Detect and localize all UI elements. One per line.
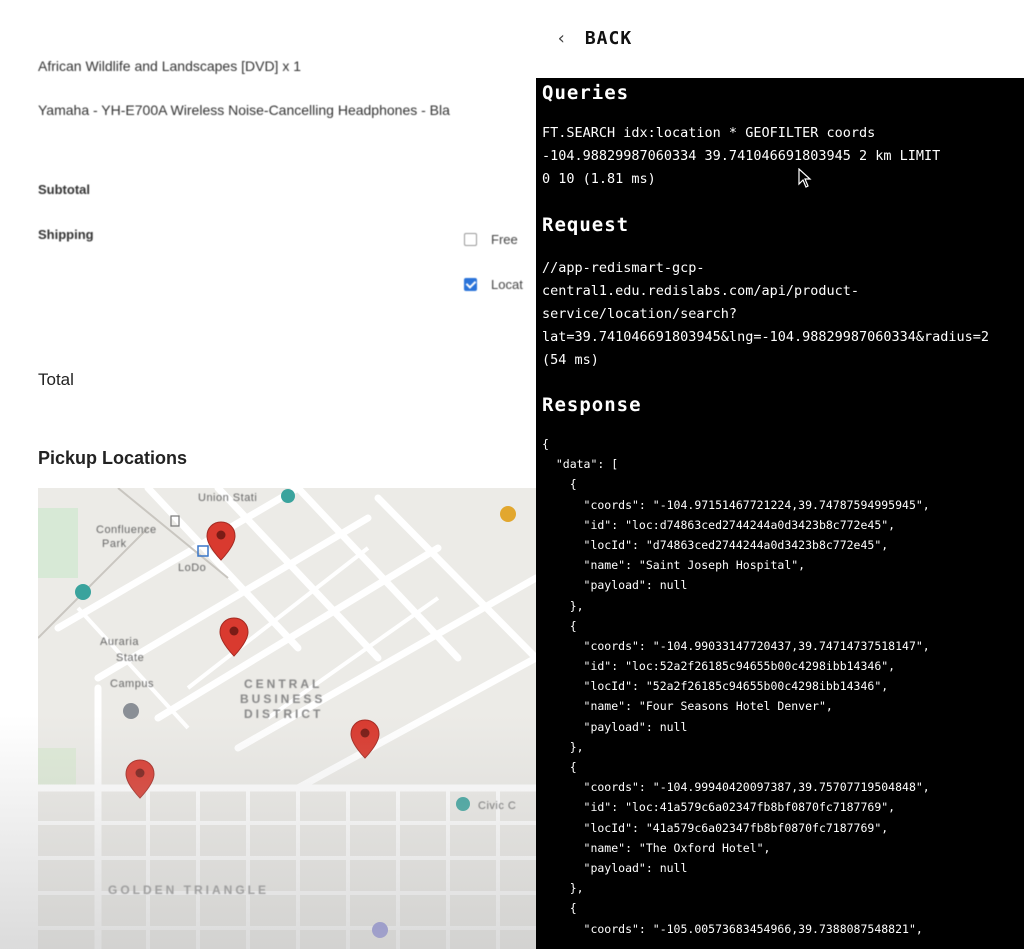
json-line: { <box>542 901 577 916</box>
json-line: "data": [ <box>542 457 619 472</box>
request-title: Request <box>542 214 630 236</box>
queries-title: Queries <box>542 82 630 104</box>
poi-icon <box>456 797 470 811</box>
checkout-panel: African Wildlife and Landscapes [DVD] x … <box>0 0 536 949</box>
request-line: central1.edu.redislabs.com/api/product- <box>542 283 859 299</box>
json-line: }, <box>542 881 584 896</box>
map-label: Confluence <box>96 524 157 536</box>
debug-panel: ‹ BACK Queries FT.SEARCH idx:location * … <box>536 0 1024 949</box>
json-line: "locId": "41a579c6a02347fb8bf0870fc71877… <box>542 820 889 835</box>
json-line: { <box>542 437 549 451</box>
map-label: Civic C <box>478 800 517 812</box>
back-label: BACK <box>584 28 633 49</box>
json-line: }, <box>542 598 584 613</box>
request-line: service/location/search? <box>542 306 738 322</box>
cart-line-item: Yamaha - YH-E700A Wireless Noise-Cancell… <box>38 102 450 118</box>
map-label: BUSINESS <box>240 692 326 706</box>
total-label: Total <box>38 370 74 389</box>
json-line: "payload": null <box>542 578 688 593</box>
shipping-label: Shipping <box>38 227 94 242</box>
json-line: "locId": "d74863ced2744244a0d3423b8c772e… <box>542 537 889 552</box>
poi-icon <box>75 584 91 600</box>
response-title: Response <box>542 394 642 416</box>
query-line: 0 10 (1.81 ms) <box>542 171 656 187</box>
shipping-option-label: Free <box>491 232 518 247</box>
json-line: "id": "loc:41a579c6a02347fb8bf0870fc7187… <box>542 800 896 815</box>
poi-icon <box>281 489 295 503</box>
poi-icon <box>123 703 139 719</box>
pickup-map[interactable]: Union Stati Confluence Park LoDo Auraria… <box>38 488 536 949</box>
map-label: Union Stati <box>198 492 258 504</box>
json-line: "name": "The Oxford Hotel", <box>542 840 771 855</box>
query-line: -104.98829987060334 39.741046691803945 2… <box>542 148 941 164</box>
json-line: "coords": "-104.99940420097387,39.757077… <box>542 780 930 795</box>
json-line: "payload": null <box>542 860 688 875</box>
poi-icon <box>500 506 516 522</box>
cart-line-item: African Wildlife and Landscapes [DVD] x … <box>38 58 302 74</box>
shipping-option-location[interactable]: Locat <box>464 277 523 292</box>
request-text: //app-redismart-gcp- central1.edu.redisl… <box>542 257 989 372</box>
query-text: FT.SEARCH idx:location * GEOFILTER coord… <box>542 122 940 191</box>
map-label: Park <box>102 538 127 550</box>
json-line: "id": "loc:52a2f26185c94655b00c4298ibb14… <box>542 659 896 674</box>
response-json: { "data": [ { "coords": "-104.9715146772… <box>542 434 930 939</box>
free-shipping-checkbox[interactable] <box>464 233 477 246</box>
debug-header: ‹ BACK <box>536 0 1024 78</box>
json-line: { <box>542 477 577 492</box>
map-label: CENTRAL <box>244 677 323 691</box>
json-line: "coords": "-104.97151467721224,39.747875… <box>542 497 930 512</box>
map-label: Campus <box>110 678 154 690</box>
map-label: LoDo <box>178 562 207 574</box>
json-line: "coords": "-105.00573683454966,39.738808… <box>542 921 923 936</box>
json-line: "id": "loc:d74863ced2744244a0d3423b8c772… <box>542 517 896 532</box>
json-line: "name": "Four Seasons Hotel Denver", <box>542 699 833 714</box>
shipping-option-label: Locat <box>491 277 523 292</box>
json-line: "name": "Saint Joseph Hospital", <box>542 558 806 573</box>
request-line: //app-redismart-gcp- <box>542 260 705 276</box>
poi-icon <box>372 922 388 938</box>
query-line: FT.SEARCH idx:location * GEOFILTER coord… <box>542 125 876 141</box>
json-line: { <box>542 618 577 633</box>
subtotal-label: Subtotal <box>38 182 90 197</box>
map-label: GOLDEN TRIANGLE <box>108 883 269 897</box>
request-line: (54 ms) <box>542 352 599 368</box>
mouse-cursor-icon <box>798 168 812 188</box>
json-line: "locId": "52a2f26185c94655b00c4298ibb143… <box>542 679 889 694</box>
json-line: "payload": null <box>542 719 688 734</box>
json-line: }, <box>542 739 584 754</box>
map-label: DISTRICT <box>244 707 324 721</box>
map-label: State <box>116 652 145 664</box>
request-line: lat=39.741046691803945&lng=-104.98829987… <box>542 329 990 345</box>
location-pickup-checkbox[interactable] <box>464 278 477 291</box>
json-line: "coords": "-104.99033147720437,39.747147… <box>542 638 930 653</box>
shipping-option-free[interactable]: Free <box>464 232 518 247</box>
map-label: Auraria <box>100 636 139 648</box>
json-line: { <box>542 760 577 774</box>
pickup-locations-title: Pickup Locations <box>38 448 188 468</box>
back-button[interactable]: ‹ BACK <box>556 28 632 49</box>
chevron-left-icon: ‹ <box>556 28 567 49</box>
